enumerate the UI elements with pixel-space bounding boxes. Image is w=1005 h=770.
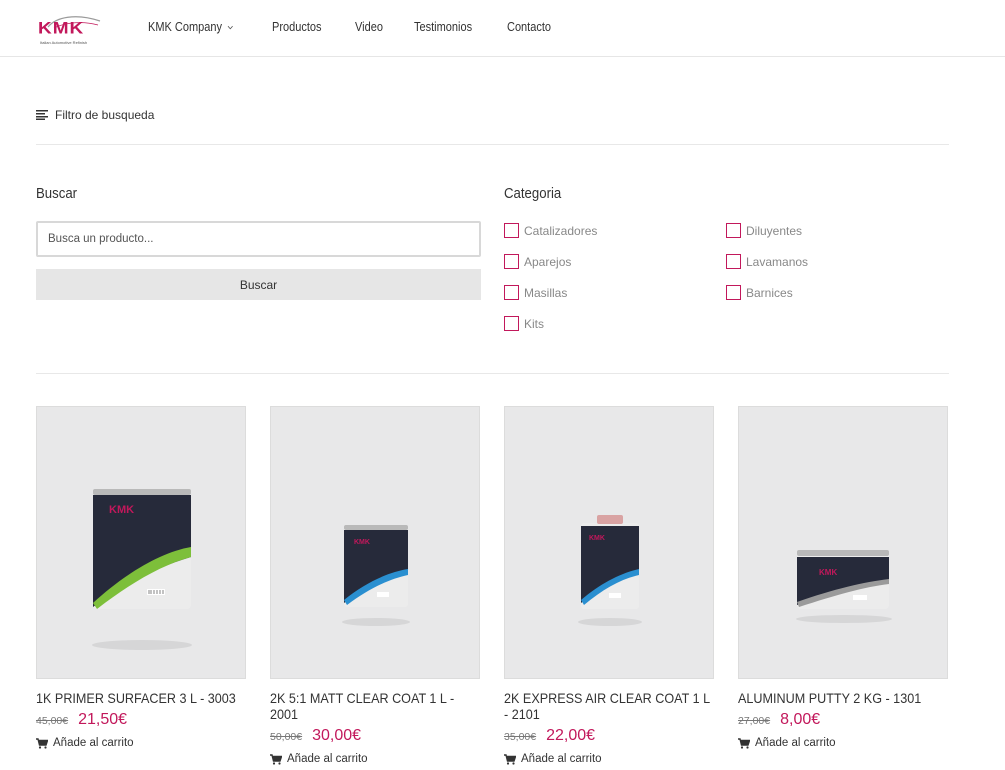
- product-name[interactable]: ALUMINUM PUTTY 2 KG - 1301: [738, 690, 945, 706]
- old-price: 27,00€: [738, 715, 771, 727]
- nav-contacto[interactable]: Contacto: [507, 20, 551, 34]
- sale-price: 22,00€: [546, 727, 596, 744]
- cart-icon: [270, 753, 282, 765]
- checkbox[interactable]: [504, 285, 519, 300]
- menu-lines-icon: [36, 110, 48, 120]
- category-barnices[interactable]: Barnices: [726, 285, 793, 300]
- category-lavamanos[interactable]: Lavamanos: [726, 254, 808, 269]
- cart-icon: [36, 737, 48, 749]
- price-row: 50,00€ 30,00€: [270, 727, 480, 745]
- category-title: Categoria: [504, 185, 562, 202]
- filter-toggle-label: Filtro de busqueda: [55, 108, 155, 122]
- product-name[interactable]: 2K 5:1 MATT CLEAR COAT 1 L - 2001: [270, 690, 477, 722]
- filter-toggle[interactable]: Filtro de busqueda: [36, 108, 154, 122]
- price-row: 35,00€ 22,00€: [504, 727, 714, 745]
- product-image[interactable]: KMK: [738, 406, 948, 679]
- add-to-cart-button[interactable]: Añade al carrito: [270, 753, 480, 765]
- category-label: Diluyentes: [746, 223, 803, 238]
- logo-subtitle: Italian Automotive Refinish: [40, 40, 88, 45]
- svg-text:KMK: KMK: [354, 539, 370, 546]
- search-input[interactable]: [36, 221, 481, 257]
- checkbox[interactable]: [504, 223, 519, 238]
- category-masillas[interactable]: Masillas: [504, 285, 567, 300]
- sale-price: 30,00€: [312, 727, 362, 744]
- svg-text:KMK: KMK: [589, 535, 605, 542]
- search-title: Buscar: [36, 185, 78, 202]
- category-aparejos[interactable]: Aparejos: [504, 254, 571, 269]
- old-price: 35,00€: [504, 731, 537, 743]
- logo-text: KMK: [38, 19, 85, 38]
- paint-can-image: KMK: [92, 489, 192, 650]
- product-image[interactable]: KMK: [504, 406, 714, 679]
- category-label: Kits: [524, 316, 545, 331]
- site-header: KMK Italian Automotive Refinish KMK Comp…: [0, 0, 1005, 57]
- divider: [36, 373, 949, 374]
- cart-icon: [738, 737, 750, 749]
- add-to-cart-label: Añade al carrito: [755, 737, 836, 749]
- paint-can-image: KMK: [342, 525, 410, 626]
- old-price: 45,00€: [36, 715, 69, 727]
- price-row: 27,00€ 8,00€: [738, 711, 948, 729]
- add-to-cart-label: Añade al carrito: [53, 737, 134, 749]
- nav-kmk-company[interactable]: KMK Company: [148, 20, 233, 34]
- category-label: Masillas: [524, 285, 568, 300]
- category-diluyentes[interactable]: Diluyentes: [726, 223, 802, 238]
- product-card: KMK 2K EXPRESS AIR CLEAR COAT 1 L - 2101…: [504, 406, 714, 765]
- checkbox[interactable]: [726, 254, 741, 269]
- product-name[interactable]: 2K EXPRESS AIR CLEAR COAT 1 L - 2101: [504, 690, 711, 722]
- add-to-cart-button[interactable]: Añade al carrito: [504, 753, 714, 765]
- checkbox[interactable]: [504, 316, 519, 331]
- nav-video[interactable]: Video: [355, 20, 383, 34]
- checkbox[interactable]: [726, 223, 741, 238]
- paint-can-image: KMK: [578, 515, 642, 626]
- nav-productos[interactable]: Productos: [272, 20, 322, 34]
- category-label: Barnices: [746, 285, 793, 300]
- product-image[interactable]: KMK: [36, 406, 246, 679]
- search-button[interactable]: Buscar: [36, 269, 481, 300]
- add-to-cart-label: Añade al carrito: [287, 753, 368, 765]
- category-catalizadores[interactable]: Catalizadores: [504, 223, 597, 238]
- checkbox[interactable]: [504, 254, 519, 269]
- product-card: KMK 1K PRIMER SURFACER 3 L - 3003 45,00€…: [36, 406, 246, 749]
- product-card: KMK ALUMINUM PUTTY 2 KG - 1301 27,00€ 8,…: [738, 406, 948, 749]
- sale-price: 8,00€: [780, 711, 821, 728]
- add-to-cart-button[interactable]: Añade al carrito: [738, 737, 948, 749]
- svg-text:KMK: KMK: [109, 504, 134, 516]
- price-row: 45,00€ 21,50€: [36, 711, 246, 729]
- category-label: Aparejos: [524, 254, 572, 269]
- main-nav: KMK Company Productos Video Testimonios …: [148, 20, 584, 34]
- checkbox[interactable]: [726, 285, 741, 300]
- svg-text:KMK: KMK: [819, 568, 837, 577]
- cart-icon: [504, 753, 516, 765]
- add-to-cart-button[interactable]: Añade al carrito: [36, 737, 246, 749]
- product-image[interactable]: KMK: [270, 406, 480, 679]
- nav-testimonios[interactable]: Testimonios: [414, 20, 472, 34]
- sale-price: 21,50€: [78, 711, 128, 728]
- product-card: KMK 2K 5:1 MATT CLEAR COAT 1 L - 2001 50…: [270, 406, 480, 765]
- nav-label: KMK Company: [148, 20, 222, 34]
- add-to-cart-label: Añade al carrito: [521, 753, 602, 765]
- category-label: Catalizadores: [524, 223, 598, 238]
- category-kits[interactable]: Kits: [504, 316, 544, 331]
- putty-can-image: KMK: [796, 550, 892, 623]
- chevron-down-icon: [227, 25, 233, 29]
- kmk-logo[interactable]: KMK Italian Automotive Refinish: [36, 12, 104, 46]
- category-label: Lavamanos: [746, 254, 809, 269]
- product-name[interactable]: 1K PRIMER SURFACER 3 L - 3003: [36, 690, 243, 706]
- old-price: 50,00€: [270, 731, 303, 743]
- divider: [36, 144, 949, 145]
